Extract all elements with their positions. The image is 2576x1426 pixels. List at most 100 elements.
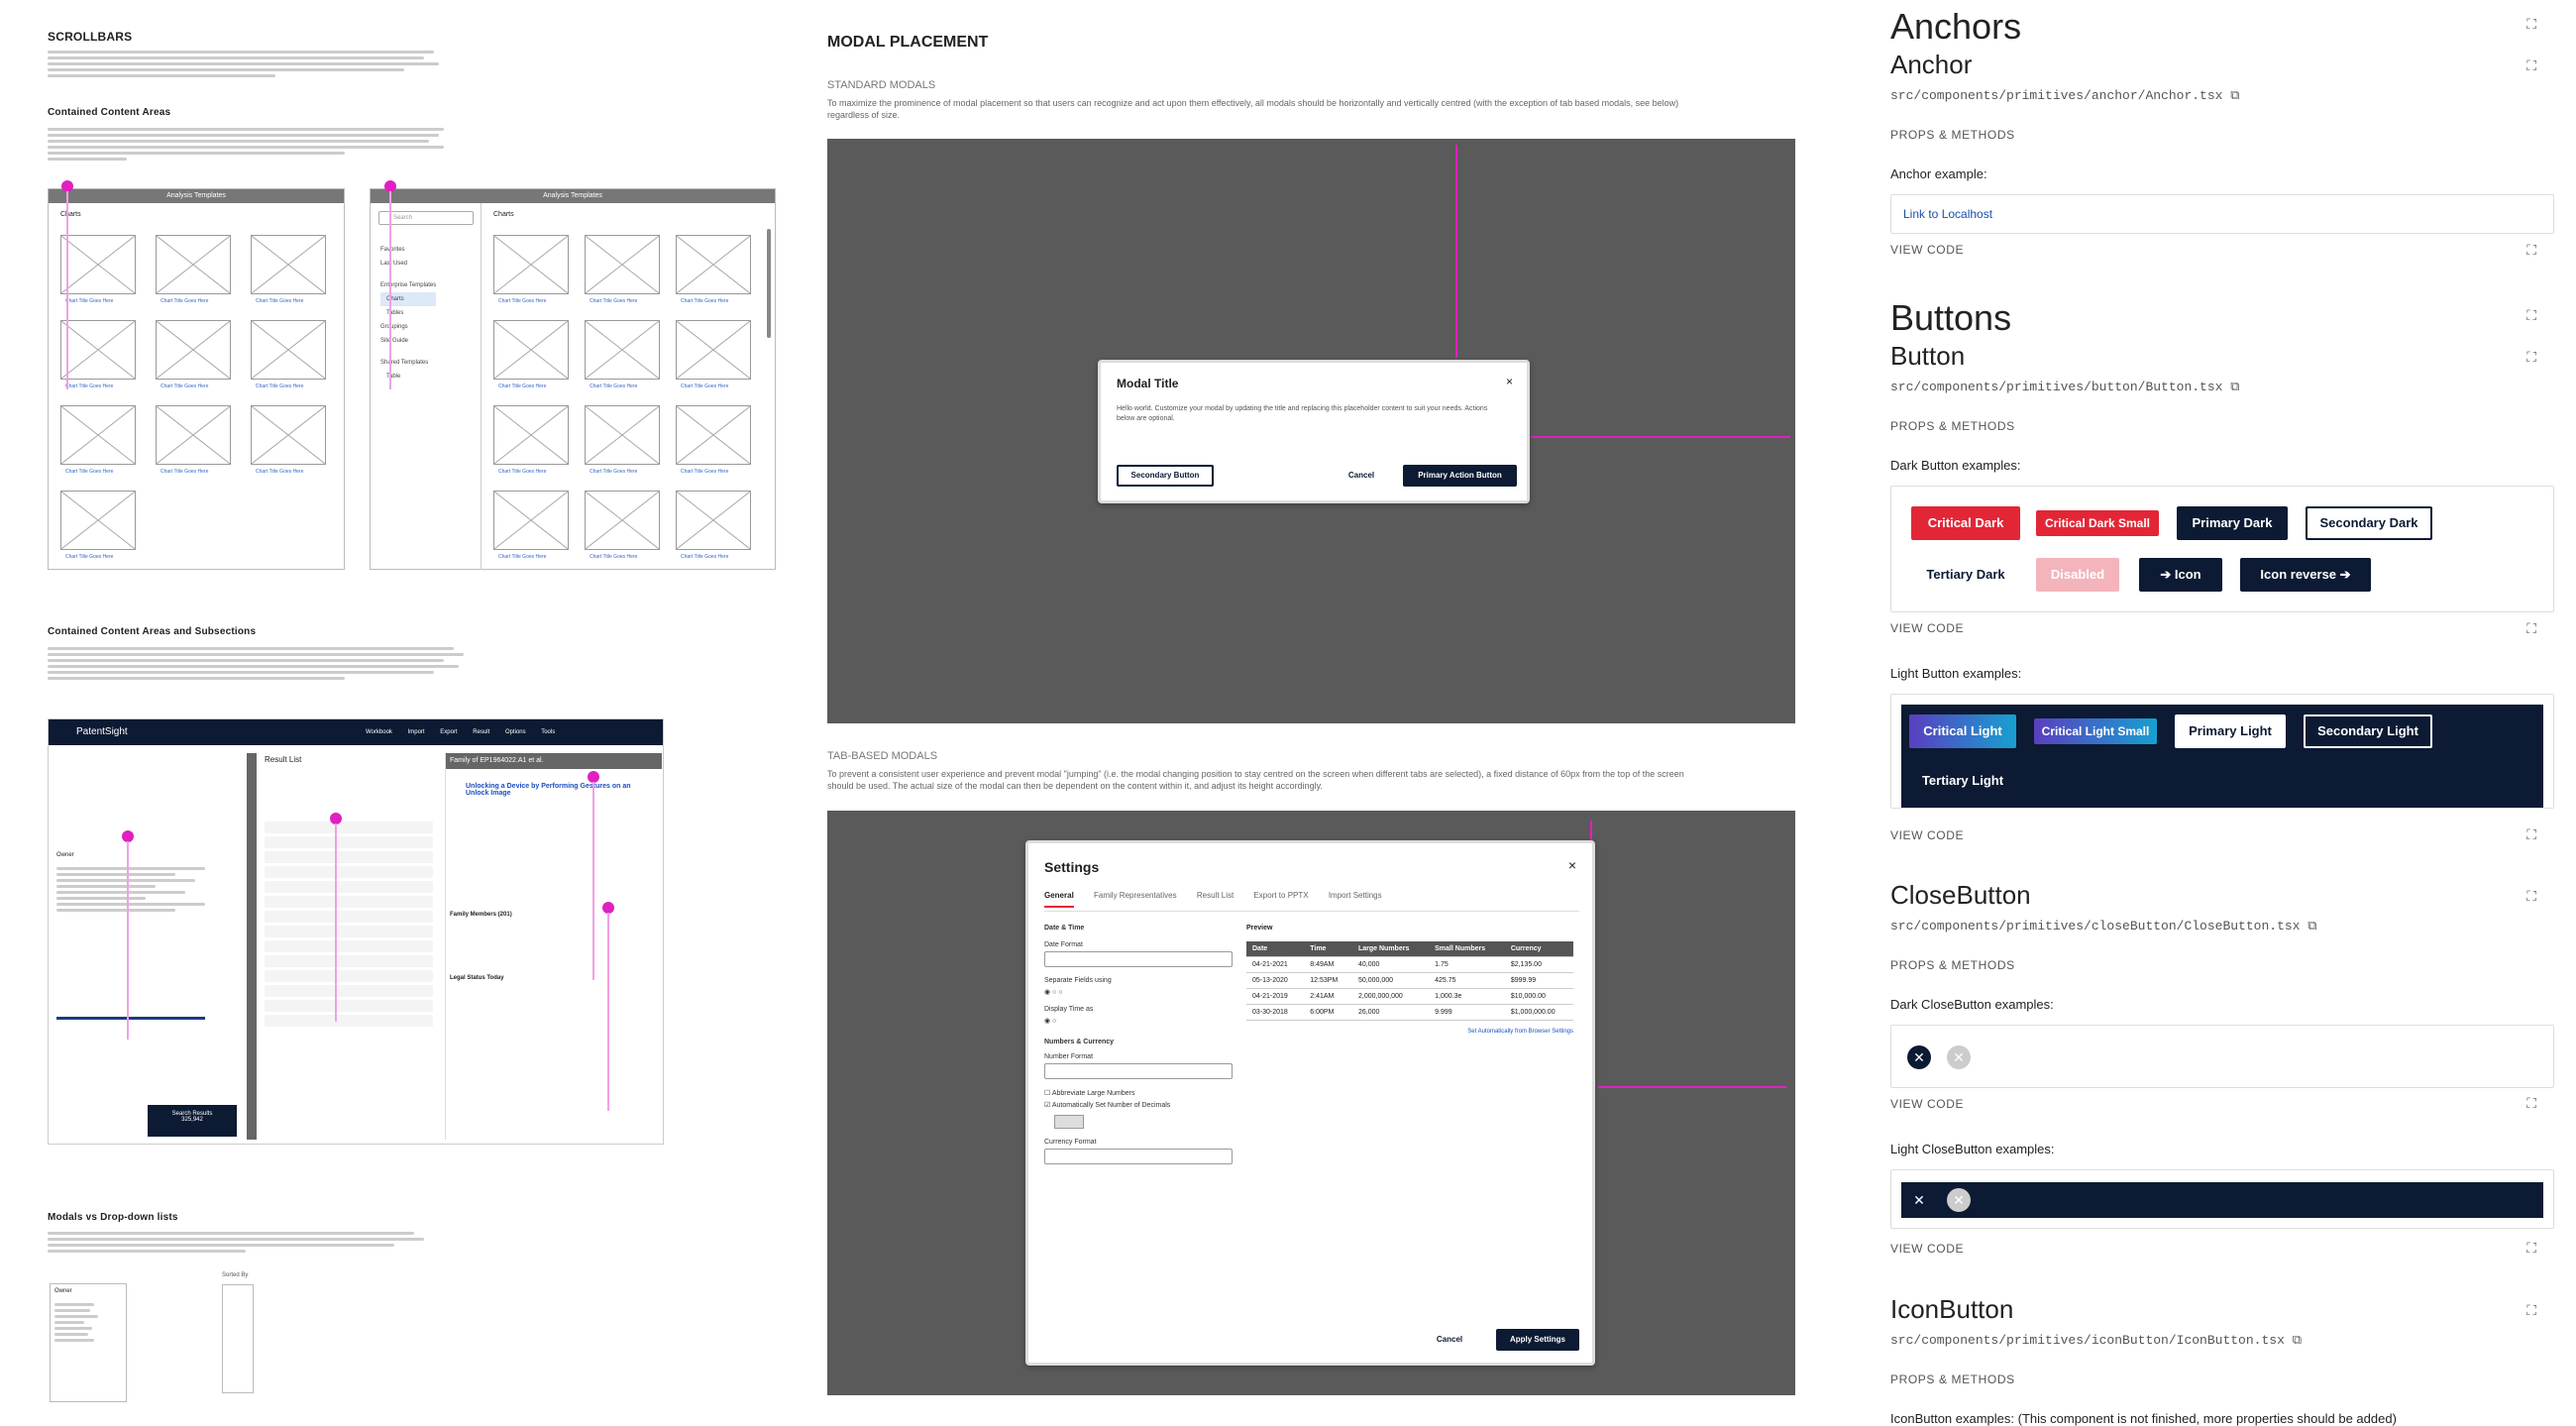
anchor-props-methods[interactable]: PROPS & METHODS — [1890, 128, 2015, 142]
set-auto-link[interactable]: Set Automatically from Browser Settings — [1246, 1029, 1573, 1035]
chart-thumbnail[interactable]: Chart Title Goes Here — [493, 491, 569, 560]
tab-general[interactable]: General — [1044, 891, 1074, 908]
icon-button[interactable]: ➔ Icon — [2139, 558, 2222, 592]
family-link[interactable]: Unlocking a Device by Performing Gesture… — [466, 783, 654, 797]
frame-title: Analysis Templates — [371, 189, 775, 203]
expand-icon[interactable]: ⛶ — [2526, 1302, 2536, 1319]
chart-thumbnail[interactable]: Chart Title Goes Here — [676, 405, 751, 475]
expand-icon[interactable]: ⛶ — [2526, 349, 2536, 366]
chart-thumbnail[interactable]: Chart Title Goes Here — [60, 491, 136, 560]
close-icon[interactable]: × — [1568, 857, 1576, 873]
secondary-dark-button[interactable]: Secondary Dark — [2306, 506, 2432, 540]
copy-icon[interactable]: ⧉ — [2230, 88, 2239, 103]
chart-thumbnail[interactable]: Chart Title Goes Here — [585, 405, 660, 475]
expand-icon[interactable]: ⛶ — [2526, 242, 2536, 259]
tab-family-representatives[interactable]: Family Representatives — [1094, 891, 1177, 900]
scrollbar-thumb[interactable] — [767, 229, 771, 338]
chart-thumbnail[interactable]: Chart Title Goes Here — [156, 320, 231, 389]
dropdown-list-example[interactable]: Owner — [50, 1283, 127, 1402]
primary-action-button[interactable]: Primary Action Button — [1403, 465, 1517, 487]
critical-dark-button[interactable]: Critical Dark — [1911, 506, 2020, 540]
view-code[interactable]: VIEW CODE — [1890, 828, 1964, 842]
chart-thumbnail[interactable]: Chart Title Goes Here — [251, 405, 326, 475]
chart-thumbnail[interactable]: Chart Title Goes Here — [493, 320, 569, 389]
primary-dark-button[interactable]: Primary Dark — [2177, 506, 2288, 540]
modal-title: Modal Title — [1117, 377, 1179, 390]
chart-thumbnail[interactable]: Chart Title Goes Here — [585, 320, 660, 389]
localhost-link[interactable]: Link to Localhost — [1903, 207, 1992, 221]
secondary-light-button[interactable]: Secondary Light — [2304, 714, 2432, 748]
range-slider[interactable] — [56, 1017, 205, 1020]
view-code[interactable]: VIEW CODE — [1890, 243, 1964, 257]
critical-dark-small-button[interactable]: Critical Dark Small — [2036, 510, 2159, 536]
tab-result-list[interactable]: Result List — [1197, 891, 1234, 900]
chart-thumbnail[interactable]: Chart Title Goes Here — [60, 405, 136, 475]
chart-thumbnail[interactable]: Chart Title Goes Here — [676, 320, 751, 389]
expand-icon[interactable]: ⛶ — [2526, 826, 2536, 843]
nav-item[interactable]: Options — [505, 729, 526, 735]
nav-item[interactable]: Export — [440, 729, 457, 735]
tab-import-settings[interactable]: Import Settings — [1329, 891, 1382, 900]
close-icon[interactable]: ✕ — [1907, 1045, 1931, 1069]
expand-icon[interactable]: ⛶ — [2526, 16, 2536, 33]
view-code[interactable]: VIEW CODE — [1890, 621, 1964, 635]
currency-format-select[interactable] — [1044, 1149, 1233, 1164]
closebutton-props-methods[interactable]: PROPS & METHODS — [1890, 958, 2015, 972]
modal-placement-title: MODAL PLACEMENT — [827, 34, 989, 51]
chart-thumbnail[interactable]: Chart Title Goes Here — [251, 320, 326, 389]
copy-icon[interactable]: ⧉ — [2230, 380, 2239, 394]
tertiary-light-button[interactable]: Tertiary Light — [1909, 764, 2016, 798]
tertiary-dark-button[interactable]: Tertiary Dark — [1911, 558, 2020, 592]
nav-item[interactable]: Workbook — [366, 729, 392, 735]
chart-thumbnail[interactable]: Chart Title Goes Here — [60, 320, 136, 389]
chart-thumbnail[interactable]: Chart Title Goes Here — [585, 235, 660, 304]
collapsed-rail[interactable] — [247, 753, 257, 1140]
chart-thumbnail[interactable]: Chart Title Goes Here — [251, 235, 326, 304]
nav-item[interactable]: Result — [473, 729, 489, 735]
family-members-label: Family Members (201) — [450, 912, 512, 918]
search-results-button[interactable]: Search Results 325,942 — [148, 1105, 237, 1137]
copy-icon[interactable]: ⧉ — [2293, 1333, 2302, 1348]
chart-thumbnail[interactable]: Chart Title Goes Here — [585, 491, 660, 560]
icon-reverse-button[interactable]: Icon reverse ➔ — [2240, 558, 2371, 592]
chart-thumbnail[interactable]: Chart Title Goes Here — [493, 235, 569, 304]
button-props-methods[interactable]: PROPS & METHODS — [1890, 419, 2015, 433]
number-format-select[interactable] — [1044, 1063, 1233, 1079]
chart-thumbnail[interactable]: Chart Title Goes Here — [493, 405, 569, 475]
expand-icon[interactable]: ⛶ — [2526, 888, 2536, 905]
marker-pin — [588, 771, 599, 980]
chart-thumbnail[interactable]: Chart Title Goes Here — [156, 405, 231, 475]
apply-settings-button[interactable]: Apply Settings — [1496, 1329, 1579, 1351]
scrollbar-guidelines-column: SCROLLBARS Contained Content Areas Analy… — [48, 0, 801, 1426]
critical-light-small-button[interactable]: Critical Light Small — [2034, 718, 2157, 744]
expand-icon[interactable]: ⛶ — [2526, 57, 2536, 74]
nav-item[interactable]: Import — [408, 729, 425, 735]
tab-modal-backdrop: Settings × General Family Representative… — [827, 811, 1795, 1395]
chart-thumbnail[interactable]: Chart Title Goes Here — [676, 491, 751, 560]
close-icon[interactable]: ✕ — [1907, 1188, 1931, 1212]
critical-light-button[interactable]: Critical Light — [1909, 714, 2016, 748]
nav-item[interactable]: Tools — [541, 729, 555, 735]
sort-dropdown[interactable] — [222, 1284, 254, 1393]
expand-icon[interactable]: ⛶ — [2526, 1240, 2536, 1257]
primary-light-button[interactable]: Primary Light — [2175, 714, 2286, 748]
expand-icon[interactable]: ⛶ — [2526, 620, 2536, 637]
marker-pin — [330, 813, 342, 1022]
patentsight-app-mock: PatentSight Workbook Import Export Resul… — [48, 718, 664, 1145]
chart-thumbnail[interactable]: Chart Title Goes Here — [156, 235, 231, 304]
copy-icon[interactable]: ⧉ — [2308, 919, 2316, 933]
date-format-select[interactable] — [1044, 951, 1233, 967]
view-code[interactable]: VIEW CODE — [1890, 1242, 1964, 1256]
iconbutton-props-methods[interactable]: PROPS & METHODS — [1890, 1372, 2015, 1386]
cancel-button[interactable]: Cancel — [1337, 465, 1386, 487]
expand-icon[interactable]: ⛶ — [2526, 307, 2536, 324]
view-code[interactable]: VIEW CODE — [1890, 1097, 1964, 1111]
secondary-button[interactable]: Secondary Button — [1117, 465, 1214, 487]
chart-thumbnail[interactable]: Chart Title Goes Here — [60, 235, 136, 304]
tab-export-pptx[interactable]: Export to PPTX — [1253, 891, 1308, 900]
chart-thumbnail[interactable]: Chart Title Goes Here — [676, 235, 751, 304]
expand-icon[interactable]: ⛶ — [2526, 1095, 2536, 1112]
search-input[interactable]: Search — [378, 211, 474, 225]
settings-cancel-button[interactable]: Cancel — [1425, 1329, 1474, 1351]
close-icon[interactable]: × — [1506, 375, 1513, 388]
